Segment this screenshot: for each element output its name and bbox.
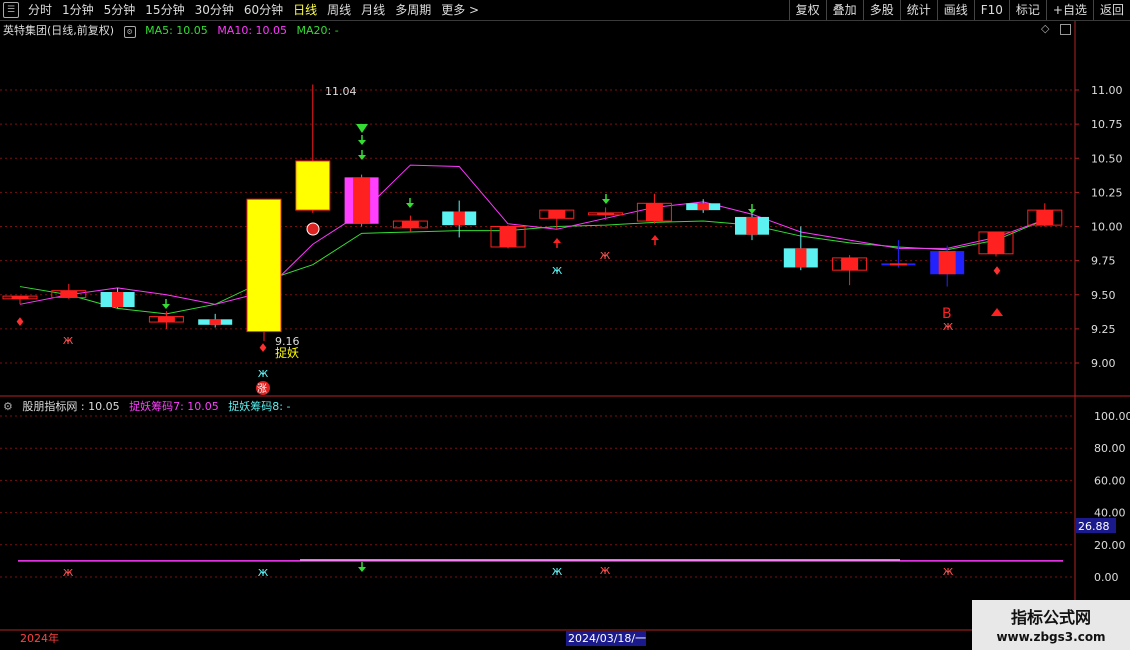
tool-button-6[interactable]: 标记 xyxy=(1008,0,1046,20)
candle-core xyxy=(795,248,807,268)
candle-core xyxy=(987,231,1005,254)
down-arrow-head xyxy=(406,203,414,208)
candle-core xyxy=(841,257,859,271)
tool-button-1[interactable]: 叠加 xyxy=(825,0,863,20)
candle-core xyxy=(401,221,419,228)
down-arrow-head xyxy=(358,567,366,572)
butterfly-icon: ж xyxy=(600,248,611,262)
tab-period-5[interactable]: 60分钟 xyxy=(239,0,288,20)
butterfly-icon: ж xyxy=(943,564,954,578)
price-tick-label: 9.50 xyxy=(1091,289,1116,302)
tool-button-4[interactable]: 画线 xyxy=(936,0,974,20)
ma20-line xyxy=(19,219,1045,315)
indicator-value-text: 26.88 xyxy=(1078,520,1110,533)
tool-button-3[interactable]: 统计 xyxy=(899,0,937,20)
candle-core xyxy=(453,211,465,226)
tool-button-7[interactable]: +自选 xyxy=(1045,0,1093,20)
tool-button-8[interactable]: 返回 xyxy=(1092,0,1130,20)
site-watermark: 指标公式网 www.zbgs3.com xyxy=(972,600,1130,650)
indicator-tick-label: 20.00 xyxy=(1094,539,1126,552)
indicator-tick-label: 80.00 xyxy=(1094,442,1126,455)
butterfly-icon: ж xyxy=(258,366,269,380)
tab-period-3[interactable]: 15分钟 xyxy=(140,0,189,20)
gem-icon: ♦ xyxy=(258,341,269,355)
tool-buttons: 复权 叠加 多股 统计 画线 F10 标记 +自选 返回 xyxy=(788,0,1130,20)
butterfly-icon: ж xyxy=(63,565,74,579)
indicator-tick-label: 60.00 xyxy=(1094,474,1126,487)
price-tick-label: 9.25 xyxy=(1091,323,1116,336)
zhuoyao-label: 捉妖 xyxy=(275,345,299,360)
period-tabs: 分时 1分钟 5分钟 15分钟 30分钟 60分钟 日线 周线 月线 多周期 更多 > xyxy=(23,0,484,20)
price-tick-label: 10.75 xyxy=(1091,118,1123,131)
date-label: 2024/03/18/一 xyxy=(568,632,646,645)
gem-icon: ♦ xyxy=(992,264,1003,278)
up-triangle-icon xyxy=(991,308,1003,316)
indicator-tick-label: 100.00 xyxy=(1094,410,1130,423)
candle-core xyxy=(1036,210,1054,226)
year-label: 2024年 xyxy=(20,631,59,645)
candle-body[interactable] xyxy=(295,160,331,211)
up-arrow-head xyxy=(553,238,561,243)
tool-button-0[interactable]: 复权 xyxy=(788,0,826,20)
candle-core xyxy=(60,290,78,298)
kline-chart[interactable]: 11.00 10.75 10.50 10.25 10.00 9.75 9.50 9.25 9.0… xyxy=(0,21,1130,650)
candle-core xyxy=(499,226,517,247)
price-tick-label: 10.50 xyxy=(1091,152,1123,165)
tab-period-6[interactable]: 日线 xyxy=(288,0,322,20)
candle-core xyxy=(938,251,956,275)
down-arrow-head xyxy=(358,140,366,145)
price-tick-label: 11.00 xyxy=(1091,84,1123,97)
tab-period-1[interactable]: 1分钟 xyxy=(57,0,99,20)
tab-period-2[interactable]: 5分钟 xyxy=(99,0,141,20)
candle-core xyxy=(697,203,709,211)
ma10-line xyxy=(19,164,1045,305)
tab-period-7[interactable]: 周线 xyxy=(322,0,356,20)
high-price-label: 11.04 xyxy=(325,85,357,98)
butterfly-icon: ж xyxy=(552,564,563,578)
menu-icon[interactable]: ☰ xyxy=(3,2,19,18)
butterfly-icon: ж xyxy=(600,563,611,577)
butterfly-icon: ж xyxy=(552,263,563,277)
butterfly-icon: ж xyxy=(63,333,74,347)
up-arrow-head xyxy=(651,235,659,240)
butterfly-icon: ж xyxy=(258,565,269,579)
tab-period-10[interactable]: 更多 > xyxy=(436,0,484,20)
gem-icon: ♦ xyxy=(15,315,26,329)
down-triangle-icon xyxy=(356,124,368,133)
watermark-title: 指标公式网 xyxy=(1010,608,1091,627)
candle-core xyxy=(548,210,566,219)
period-toolbar: ☰ 分时 1分钟 5分钟 15分钟 30分钟 60分钟 日线 周线 月线 多周期 更多 > 复权 叠加… xyxy=(0,0,1130,21)
candle-core xyxy=(746,216,758,235)
tab-period-4[interactable]: 30分钟 xyxy=(190,0,239,20)
tab-period-9[interactable]: 多周期 xyxy=(390,0,436,20)
down-arrow-head xyxy=(602,199,610,204)
butterfly-icon: ж xyxy=(943,319,954,333)
price-tick-label: 10.00 xyxy=(1091,221,1123,234)
candle-core xyxy=(111,292,124,308)
tool-button-5[interactable]: F10 xyxy=(973,0,1009,20)
zhang-label: 涨 xyxy=(257,383,267,395)
candle-core xyxy=(209,319,221,325)
candle-core xyxy=(157,316,175,323)
watermark-url: www.zbgs3.com xyxy=(996,630,1106,644)
candle-core xyxy=(597,212,615,215)
tool-button-2[interactable]: 多股 xyxy=(862,0,900,20)
candle-core xyxy=(645,203,663,222)
down-arrow-head xyxy=(358,155,366,160)
candle-core xyxy=(889,263,907,266)
price-tick-label: 9.75 xyxy=(1091,255,1116,268)
tab-period-8[interactable]: 月线 xyxy=(356,0,390,20)
indicator-tick-label: 40.00 xyxy=(1094,507,1126,520)
candle-core xyxy=(353,177,371,224)
down-arrow-head xyxy=(162,304,170,309)
price-tick-label: 9.00 xyxy=(1091,357,1116,370)
indicator-tick-label: 0.00 xyxy=(1094,571,1119,584)
candle-core xyxy=(11,296,29,299)
price-tick-label: 10.25 xyxy=(1091,186,1123,199)
tab-period-0[interactable]: 分时 xyxy=(23,0,57,20)
badge-icon xyxy=(306,222,320,236)
candle-body[interactable] xyxy=(246,198,282,333)
